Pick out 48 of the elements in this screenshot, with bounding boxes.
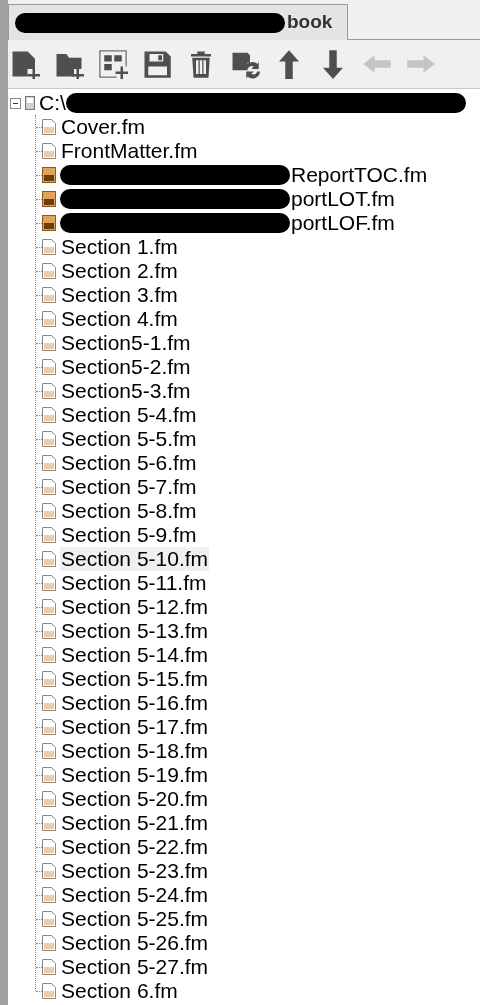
- file-name[interactable]: Section 5-22.fm: [60, 835, 210, 859]
- book-path: C:\: [39, 90, 66, 117]
- file-name[interactable]: Section 5-18.fm: [60, 739, 210, 763]
- document-tab[interactable]: book: [8, 4, 348, 40]
- file-name[interactable]: Section 3.fm: [60, 283, 179, 307]
- add-file-icon[interactable]: [10, 49, 40, 79]
- file-name[interactable]: portLOT.fm: [290, 187, 396, 211]
- file-name[interactable]: Section 5-10.fm: [60, 547, 210, 571]
- save-icon[interactable]: [142, 49, 172, 79]
- file-name[interactable]: Section5-2.fm: [60, 355, 192, 379]
- file-name[interactable]: Section 2.fm: [60, 259, 179, 283]
- file-name[interactable]: Section 5-23.fm: [60, 859, 210, 883]
- file-name[interactable]: Section 5-16.fm: [60, 691, 210, 715]
- file-name[interactable]: Section 5-6.fm: [60, 451, 198, 475]
- file-name[interactable]: Section 5-24.fm: [60, 883, 210, 907]
- book-icon: [25, 96, 35, 110]
- file-name[interactable]: Section 5-19.fm: [60, 763, 210, 787]
- file-name[interactable]: Section 5-4.fm: [60, 403, 198, 427]
- add-selection-icon[interactable]: [98, 49, 128, 79]
- file-name[interactable]: Section 5-17.fm: [60, 715, 210, 739]
- fm-file-icon: [42, 191, 56, 207]
- collapse-icon[interactable]: [10, 97, 21, 109]
- fm-file-icon: [42, 215, 56, 231]
- file-name[interactable]: Section 5-25.fm: [60, 907, 210, 931]
- file-name[interactable]: Section 5-20.fm: [60, 787, 210, 811]
- tab-title: book: [287, 10, 333, 35]
- file-name[interactable]: Section 5-11.fm: [60, 571, 208, 595]
- file-name[interactable]: Section 5-27.fm: [60, 955, 210, 979]
- file-name[interactable]: Section 5-26.fm: [60, 931, 210, 955]
- file-name[interactable]: FrontMatter.fm: [60, 139, 199, 163]
- file-name[interactable]: ReportTOC.fm: [290, 163, 429, 187]
- file-name[interactable]: Section 5-14.fm: [60, 643, 210, 667]
- file-name[interactable]: Cover.fm: [60, 115, 147, 139]
- file-name[interactable]: Section 5-8.fm: [60, 499, 198, 523]
- fm-file-icon: [42, 167, 56, 183]
- file-name[interactable]: Section 4.fm: [60, 307, 179, 331]
- file-name[interactable]: Section 1.fm: [60, 235, 179, 259]
- file-name[interactable]: Section 5-7.fm: [60, 475, 198, 499]
- file-name[interactable]: Section5-1.fm: [60, 331, 192, 355]
- file-name[interactable]: Section 5-13.fm: [60, 619, 210, 643]
- file-name[interactable]: portLOF.fm: [290, 211, 396, 235]
- file-name[interactable]: Section5-3.fm: [60, 379, 192, 403]
- file-name[interactable]: Section 6.fm: [60, 979, 179, 1003]
- file-name[interactable]: Section 5-21.fm: [60, 811, 210, 835]
- file-name[interactable]: Section 5-12.fm: [60, 595, 210, 619]
- file-name[interactable]: Section 5-5.fm: [60, 427, 198, 451]
- file-name[interactable]: Section 5-15.fm: [60, 667, 210, 691]
- file-name[interactable]: Section 5-9.fm: [60, 523, 198, 547]
